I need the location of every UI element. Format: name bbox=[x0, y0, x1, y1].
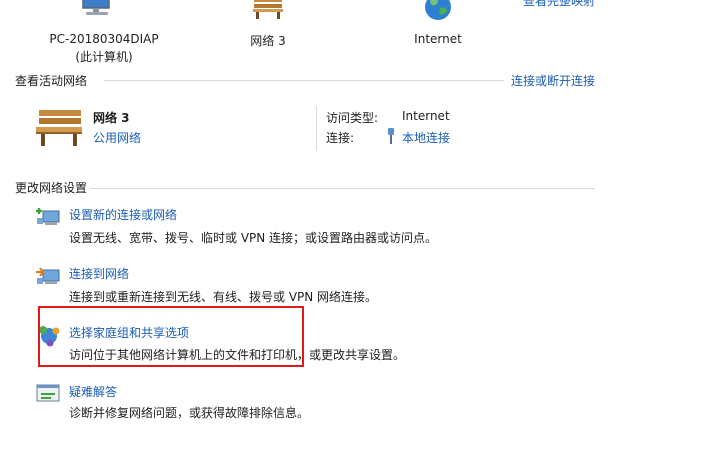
new-connection-icon bbox=[35, 205, 61, 229]
active-networks-header: 查看活动网络 bbox=[15, 74, 88, 88]
active-network-bench-icon bbox=[33, 108, 85, 148]
network-adapter-icon bbox=[386, 128, 396, 144]
network-name-top: 网络 3 bbox=[250, 34, 286, 48]
connect-to-network-desc: 连接到或重新连接到无线、有线、拨号或 VPN 网络连接。 bbox=[69, 290, 378, 304]
network-map: PC-20180304DIAP (此计算机) 网络 3 Internet 查看完… bbox=[0, 0, 727, 66]
change-settings-rule bbox=[90, 188, 595, 189]
view-full-map-link[interactable]: 查看完整映射 bbox=[523, 0, 595, 9]
access-type-value: Internet bbox=[402, 109, 450, 123]
red-highlight-box bbox=[38, 306, 304, 367]
connect-to-network-link[interactable]: 连接到网络 bbox=[69, 265, 129, 282]
connection-label: 连接: bbox=[326, 131, 355, 145]
computer-icon[interactable] bbox=[80, 0, 114, 20]
local-connection-link[interactable]: 本地连接 bbox=[402, 129, 450, 146]
connect-disconnect-link[interactable]: 连接或断开连接 bbox=[511, 72, 595, 89]
change-settings-header: 更改网络设置 bbox=[15, 181, 88, 195]
internet-globe-icon[interactable] bbox=[423, 0, 453, 22]
connect-network-icon bbox=[35, 264, 61, 288]
troubleshoot-desc: 诊断并修复网络问题，或获得故障排除信息。 bbox=[69, 406, 310, 420]
troubleshoot-link[interactable]: 疑难解答 bbox=[69, 383, 117, 400]
access-type-label: 访问类型: bbox=[326, 111, 379, 125]
active-networks-rule bbox=[104, 80, 504, 81]
network-type-link[interactable]: 公用网络 bbox=[93, 129, 141, 146]
troubleshoot-icon bbox=[35, 382, 61, 406]
setup-new-connection-link[interactable]: 设置新的连接或网络 bbox=[69, 206, 177, 223]
internet-label: Internet bbox=[414, 32, 462, 46]
network-bench-icon[interactable] bbox=[251, 0, 285, 20]
setup-new-connection-desc: 设置无线、宽带、拨号、临时或 VPN 连接；或设置路由器或访问点。 bbox=[69, 231, 438, 245]
active-network-divider bbox=[316, 106, 317, 151]
computer-note: (此计算机) bbox=[75, 50, 133, 64]
active-network-name: 网络 3 bbox=[93, 111, 130, 125]
computer-name: PC-20180304DIAP bbox=[49, 32, 159, 46]
